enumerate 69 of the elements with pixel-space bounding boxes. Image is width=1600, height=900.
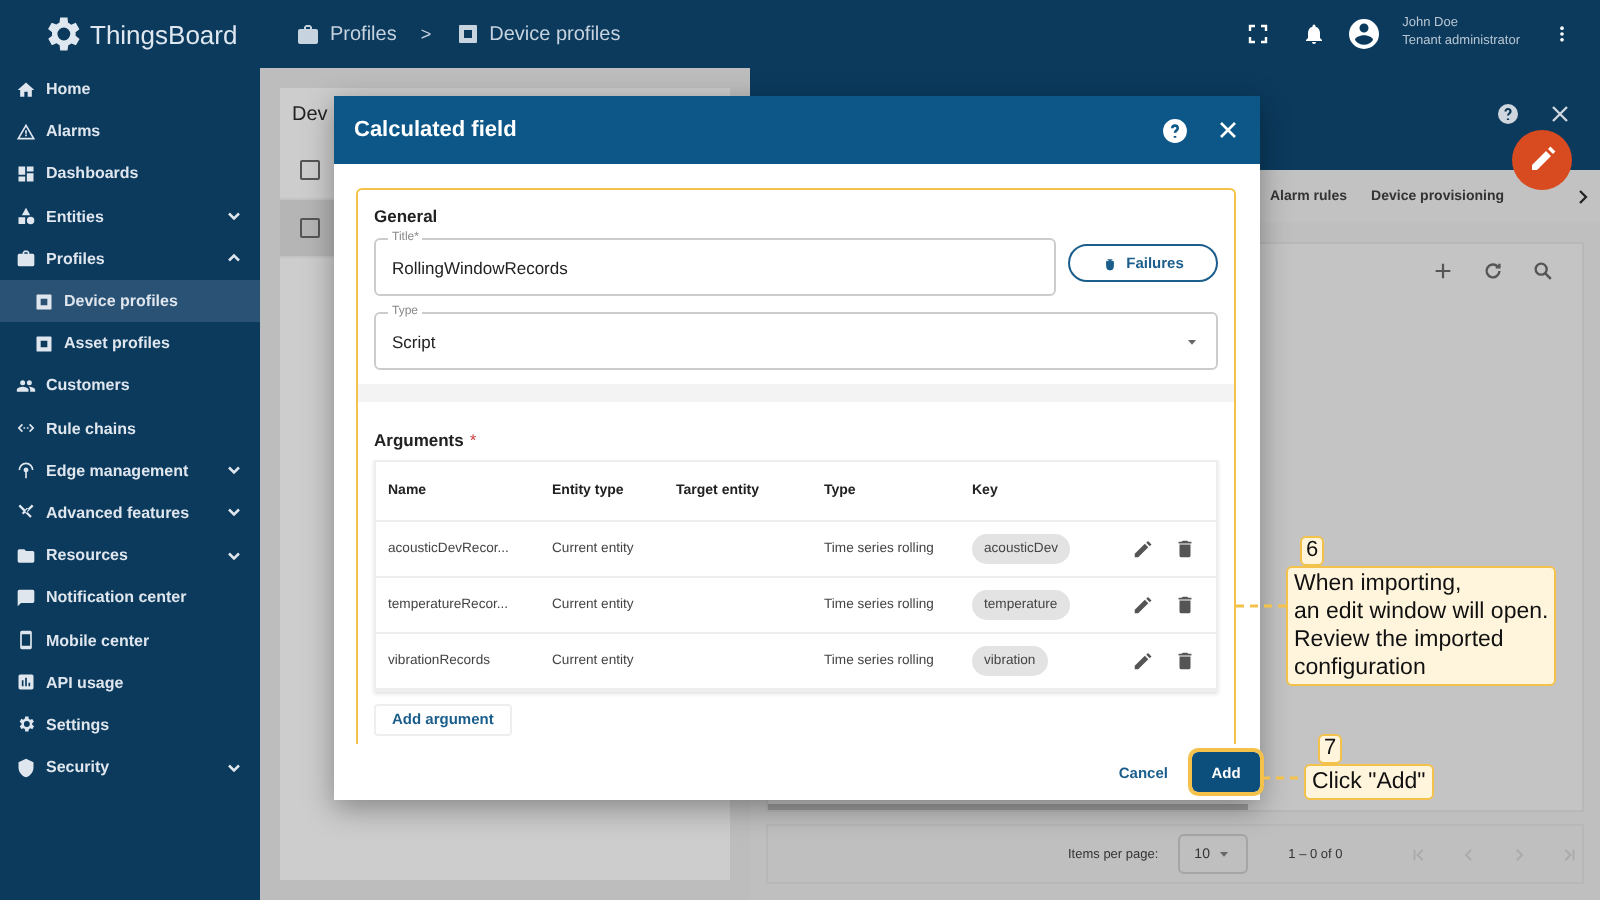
search-icon[interactable]	[1532, 260, 1554, 282]
trash-icon[interactable]	[1174, 537, 1196, 560]
sidebar-item[interactable]: Alarms	[0, 110, 260, 153]
device-icon	[34, 291, 54, 312]
card-title: Dev	[290, 102, 330, 130]
step-number: 6	[1300, 536, 1325, 566]
dashboard-icon	[16, 163, 36, 184]
sidebar-item[interactable]: Profiles	[0, 237, 260, 280]
sidebar-item[interactable]: Dashboards	[0, 152, 260, 196]
sidebar-item[interactable]: Edge management	[0, 449, 260, 492]
sidebar-item[interactable]: Asset profiles	[0, 322, 260, 365]
section-heading: General	[374, 206, 440, 226]
sidebar-item[interactable]: Security	[0, 746, 260, 789]
checkbox[interactable]	[300, 160, 320, 180]
sidebar-item[interactable]: Settings	[0, 703, 260, 746]
breadcrumb-link[interactable]: Profiles	[330, 23, 397, 45]
settings-icon	[16, 714, 36, 735]
sidebar-item[interactable]: Notification center	[0, 576, 260, 619]
sidebar-item[interactable]: Home	[0, 68, 260, 111]
refresh-icon[interactable]	[1482, 260, 1504, 282]
edit-fab-button[interactable]	[1512, 130, 1572, 190]
chart-icon	[16, 672, 36, 693]
tools-icon	[16, 502, 36, 523]
trash-icon[interactable]	[1174, 593, 1196, 616]
phone-icon	[16, 630, 36, 651]
message-icon	[16, 587, 36, 608]
shapes-icon	[16, 206, 36, 227]
required-mark: *	[469, 429, 477, 450]
people-icon	[16, 375, 36, 396]
shield-icon	[16, 757, 36, 778]
briefcase-icon	[16, 248, 36, 269]
avatar-icon[interactable]	[1346, 16, 1383, 52]
warning-icon	[16, 121, 36, 142]
sidebar-item[interactable]: Entities	[0, 195, 260, 238]
dropdown-icon	[1216, 846, 1233, 862]
bell-icon[interactable]	[1302, 22, 1327, 46]
callout-text: When importing, an edit window will open. Review the imported configuration	[1286, 566, 1557, 686]
help-icon[interactable]	[1162, 117, 1188, 143]
device-icon	[455, 22, 480, 46]
breadcrumb-link[interactable]: Device profiles	[489, 23, 621, 45]
antenna-icon	[16, 460, 36, 481]
edit-icon[interactable]	[1132, 649, 1154, 672]
step-number: 7	[1318, 734, 1343, 764]
trash-icon[interactable]	[1174, 649, 1196, 672]
device-icon	[34, 333, 54, 354]
breadcrumb-separator: >	[420, 24, 432, 44]
chevron-right-icon[interactable]	[1574, 187, 1592, 205]
sidebar-item[interactable]: Customers	[0, 364, 260, 407]
edit-icon[interactable]	[1132, 593, 1154, 616]
sidebar-item[interactable]: Advanced features	[0, 491, 260, 535]
close-icon[interactable]	[1548, 101, 1572, 125]
edit-icon[interactable]	[1132, 537, 1154, 560]
help-icon[interactable]	[1496, 101, 1520, 125]
folder-icon	[16, 545, 36, 566]
plus-icon[interactable]	[1432, 260, 1454, 282]
sidebar-item[interactable]: API usage	[0, 661, 260, 704]
section-heading: Arguments	[374, 429, 464, 450]
fullscreen-icon[interactable]	[1246, 22, 1271, 46]
sidebar-item[interactable]: Rule chains	[0, 407, 260, 450]
callout-text: Click "Add"	[1304, 764, 1434, 800]
home-icon	[16, 79, 36, 100]
app-logo: ThingsBoard	[90, 19, 238, 49]
sidebar-item[interactable]: Resources	[0, 534, 260, 577]
sidebar-item[interactable]: Device profiles	[0, 279, 260, 323]
checkbox[interactable]	[300, 218, 320, 238]
bug-icon	[1102, 255, 1119, 271]
sidebar-item[interactable]: Mobile center	[0, 618, 260, 662]
dialog-title: Calculated field	[354, 118, 517, 142]
briefcase-icon	[296, 22, 320, 46]
